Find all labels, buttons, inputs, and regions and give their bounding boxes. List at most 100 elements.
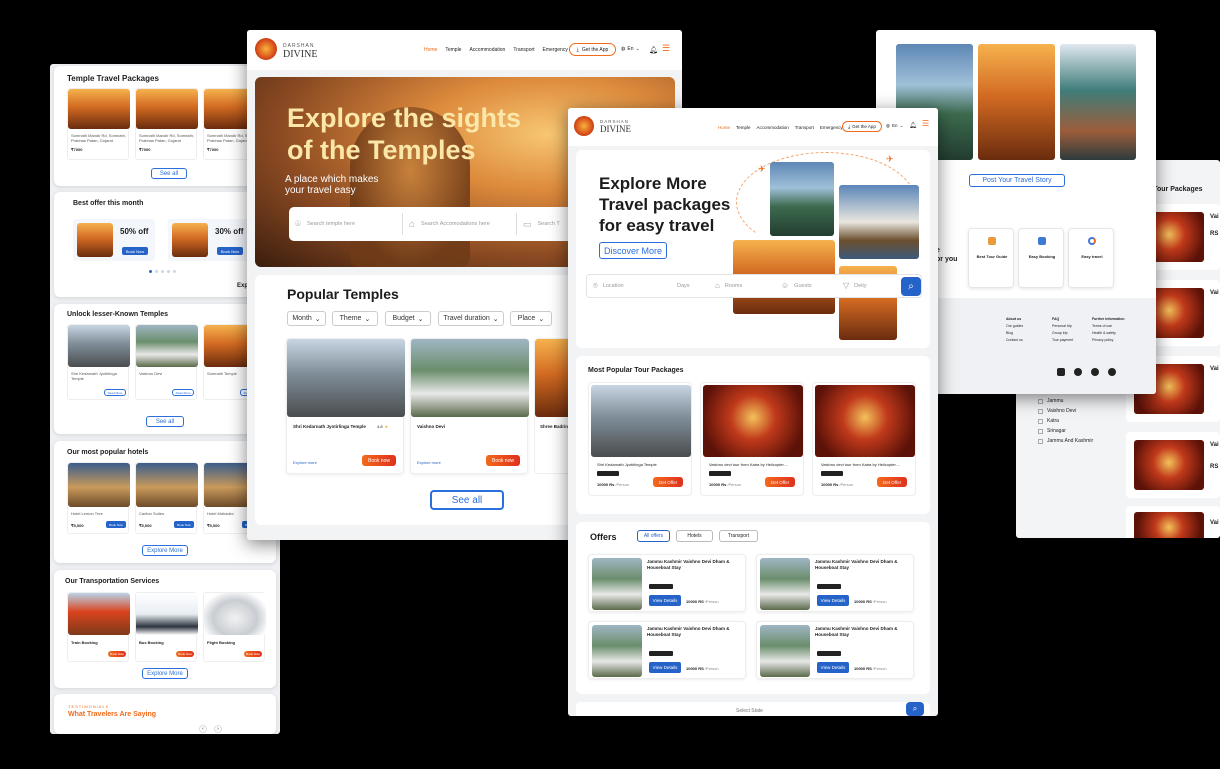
days-field[interactable]: Days	[677, 283, 690, 289]
footer-link[interactable]: Contact us	[1006, 337, 1023, 344]
tour-card[interactable]: Shri Kedarnath Jyotirlinga Temple 10000 …	[588, 382, 692, 496]
offer-card[interactable]: Jammu Kashmir Vaishno Devi Dham & Houseb…	[756, 621, 914, 679]
package-card[interactable]: Somnath Mandir Rd, Somnath, Prabhas Pata…	[135, 88, 198, 160]
book-now-button[interactable]: Book Now	[176, 651, 194, 657]
hotel-card[interactable]: Carlton Suites ₹5,000 Book Now	[135, 462, 198, 534]
instagram-icon[interactable]	[1057, 368, 1065, 376]
book-now-button[interactable]: Book now	[362, 455, 396, 466]
tab-all-offers[interactable]: All offers	[637, 530, 670, 542]
get-offer-button[interactable]: Get Offer	[765, 477, 795, 487]
footer-link[interactable]: Privacy policy	[1092, 337, 1124, 344]
deity-field[interactable]: ▽ Deity	[843, 281, 867, 290]
language-selector[interactable]: ◍ En ⌄	[621, 46, 640, 52]
post-story-button[interactable]: Post Your Travel Story	[969, 174, 1065, 187]
language-selector[interactable]: ◍ En ⌄	[886, 123, 903, 129]
filter-month[interactable]: Month ⌄	[287, 311, 326, 326]
nav-accommodation[interactable]: Accommodation	[469, 47, 505, 53]
checkbox-icon[interactable]	[1038, 408, 1043, 414]
view-details-button[interactable]: View Details	[649, 595, 681, 606]
search-button[interactable]: ⌕	[906, 702, 924, 716]
temple-card[interactable]: Vaishno Devi Read More	[135, 324, 198, 400]
checkbox-icon[interactable]	[1038, 398, 1043, 404]
checkbox-icon[interactable]	[1038, 418, 1043, 424]
book-now-button[interactable]: Book Now	[244, 651, 262, 657]
temple-card[interactable]: Shri Kedarnath Jyotirlinga Temple 4.8 ★ E…	[286, 338, 405, 474]
transport-card[interactable]: Flight Booking Book Now	[203, 592, 266, 662]
menu-icon[interactable]: ☰	[662, 43, 670, 54]
explore-link[interactable]: Explore more	[293, 460, 317, 465]
carousel-dot[interactable]	[149, 270, 152, 273]
menu-icon[interactable]: ☰	[922, 119, 929, 128]
temple-card[interactable]: Shri Kedarnath Jyotirlinga Temple Read M…	[67, 324, 130, 400]
youtube-icon[interactable]	[1091, 368, 1099, 376]
facebook-icon[interactable]	[1074, 368, 1082, 376]
brand-logo-icon[interactable]	[255, 38, 277, 60]
tab-hotels[interactable]: Hotels	[676, 530, 713, 542]
tab-transport[interactable]: Transport	[719, 530, 758, 542]
get-offer-button[interactable]: Get Offer	[877, 477, 907, 487]
footer-link[interactable]: Our guides	[1006, 323, 1023, 330]
offer-card[interactable]: Jammu Kashmir Vaishno Devi Dham & Houseb…	[756, 554, 914, 612]
nav-accommodation[interactable]: Accommodation	[757, 125, 789, 130]
location-field[interactable]: ⌾ Location	[593, 281, 624, 291]
checkbox-icon[interactable]	[1038, 438, 1043, 444]
explore-link[interactable]: Explore more	[417, 460, 441, 465]
filter-vaishno[interactable]: Vaishno Devi	[1038, 406, 1128, 416]
rooms-field[interactable]: ⌂ Rooms	[715, 281, 742, 290]
brand-logo-icon[interactable]	[574, 116, 594, 136]
offer-card[interactable]: 50% off Book Now	[73, 219, 155, 261]
package-item[interactable]: Vai	[1126, 506, 1220, 538]
get-app-button[interactable]: ⤓ Get the App	[569, 43, 616, 56]
footer-link[interactable]: Tour payment	[1052, 337, 1073, 344]
read-more-button[interactable]: Read More	[104, 389, 126, 396]
nav-home[interactable]: Home	[424, 47, 437, 53]
view-details-button[interactable]: View Details	[649, 662, 681, 673]
filter-jk[interactable]: Jammu And Kashmir	[1038, 436, 1128, 446]
filter-jammu[interactable]: Jammu	[1038, 396, 1128, 406]
carousel-dot[interactable]	[161, 270, 164, 273]
filter-srinagar[interactable]: Srinagar	[1038, 426, 1128, 436]
footer-link[interactable]: Blog	[1006, 330, 1023, 337]
nav-transport[interactable]: Transport	[795, 125, 814, 130]
footer-link[interactable]: Personal trip	[1052, 323, 1073, 330]
transport-card[interactable]: Bus Booking Book Now	[135, 592, 198, 662]
book-now-button[interactable]: Book Now	[122, 247, 148, 255]
offer-card[interactable]: 30% off Book Now	[168, 219, 250, 261]
filter-budget[interactable]: Budget ⌄	[385, 311, 431, 326]
bell-icon[interactable]: 🔔︎	[649, 46, 658, 54]
guests-field[interactable]: ☺ Guests	[781, 281, 812, 290]
get-offer-button[interactable]: Get Offer	[653, 477, 683, 487]
read-more-button[interactable]: Read More	[172, 389, 194, 396]
see-all-button[interactable]: See all	[146, 416, 184, 427]
view-details-button[interactable]: View Details	[817, 595, 849, 606]
story-image[interactable]	[978, 44, 1055, 160]
footer-link[interactable]: Health & safety	[1092, 330, 1124, 337]
search-temple-field[interactable]: ⌾ Search temple here	[295, 213, 403, 235]
nav-emergency[interactable]: Emergency	[543, 47, 568, 53]
carousel-dot[interactable]	[167, 270, 170, 273]
nav-emergency[interactable]: Emergency	[820, 125, 843, 130]
book-now-button[interactable]: Book Now	[217, 247, 243, 255]
see-all-button[interactable]: See all	[151, 168, 187, 179]
hotel-card[interactable]: Hotel Lemon Tree ₹5,000 Book Now	[67, 462, 130, 534]
book-now-button[interactable]: Book Now	[174, 521, 194, 528]
story-image[interactable]	[1060, 44, 1136, 160]
nav-temple[interactable]: Temple	[445, 47, 461, 53]
linkedin-icon[interactable]	[1108, 368, 1116, 376]
footer-link[interactable]: Terms of use	[1092, 323, 1124, 330]
footer-link[interactable]: Group trip	[1052, 330, 1073, 337]
tour-card[interactable]: Vaishno devi tour from Katra by Helicopt…	[700, 382, 804, 496]
search-button[interactable]: ⌕	[901, 277, 921, 296]
search-accommodation-field[interactable]: ⌂ Search Accomodations here	[409, 213, 517, 235]
prev-arrow-icon[interactable]: ‹	[199, 725, 207, 733]
see-all-button[interactable]: See all	[430, 490, 504, 510]
temple-card[interactable]: Vaishno Devi Explore more Book now	[410, 338, 529, 474]
explore-more-button[interactable]: Explore More	[142, 545, 188, 556]
view-details-button[interactable]: View Details	[817, 662, 849, 673]
book-now-button[interactable]: Book now	[486, 455, 520, 466]
explore-more-button[interactable]: Explore More	[142, 668, 188, 679]
carousel-dot[interactable]	[173, 270, 176, 273]
book-now-button[interactable]: Book Now	[106, 521, 126, 528]
filter-katra[interactable]: Katra	[1038, 416, 1128, 426]
transport-card[interactable]: Train Booking Book Now	[67, 592, 130, 662]
